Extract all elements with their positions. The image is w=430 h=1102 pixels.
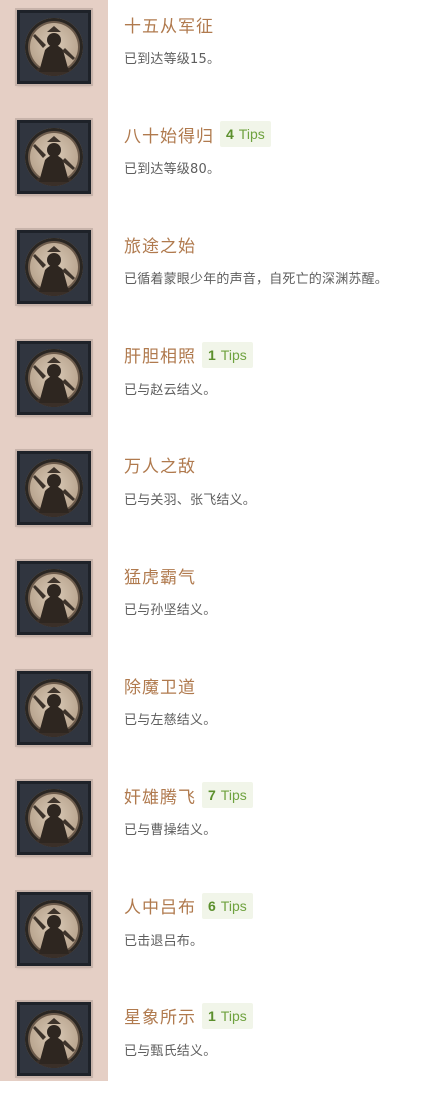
tips-badge[interactable]: 1 Tips (202, 341, 253, 368)
tips-badge[interactable]: 7 Tips (202, 782, 253, 809)
tips-badge[interactable]: 1 Tips (202, 1002, 253, 1029)
tips-count: 4 (226, 126, 234, 143)
achievement-item[interactable]: 肝胆相照 1 Tips 已与赵云结义。 (0, 331, 430, 441)
achievement-item[interactable]: 八十始得归 4 Tips 已到达等级80。 (0, 110, 430, 220)
achievement-item[interactable]: 除魔卫道 已与左慈结义。 (0, 661, 430, 771)
achievement-title-line: 旅途之始 (124, 229, 196, 259)
achievement-title-line: 猛虎霸气 (124, 560, 196, 590)
achievement-item[interactable]: 万人之敌 已与关羽、张飞结义。 (0, 441, 430, 551)
achievement-title[interactable]: 奸雄腾飞 (124, 783, 196, 808)
zuo-ci-emblem-icon (25, 679, 83, 738)
achievement-badge (17, 781, 91, 856)
achievement-description: 已与关羽、张飞结义。 (124, 492, 257, 508)
achievement-description: 已循着蒙眼少年的声音，自死亡的深渊苏醒。 (124, 272, 389, 288)
achievement-title[interactable]: 猛虎霸气 (124, 563, 196, 588)
achievement-badge (17, 1001, 91, 1076)
journey-emblem-icon (25, 238, 83, 297)
achievement-title[interactable]: 人中吕布 (124, 893, 196, 918)
veteran-emblem-icon (25, 128, 83, 187)
achievement-badge (17, 10, 91, 84)
achievement-title[interactable]: 星象所示 (124, 1003, 196, 1028)
tips-label: Tips (220, 897, 247, 914)
tips-label: Tips (220, 1007, 247, 1024)
achievement-item[interactable]: 猛虎霸气 已与孙坚结义。 (0, 551, 430, 661)
tips-label: Tips (220, 787, 247, 804)
achievement-description: 已与曹操结义。 (124, 823, 217, 839)
achievement-badge (17, 450, 91, 525)
achievement-badge (17, 671, 91, 746)
tips-badge[interactable]: 4 Tips (220, 121, 271, 148)
achievement-item[interactable]: 十五从军征 已到达等级15。 (0, 0, 430, 110)
achievement-badge (17, 120, 91, 195)
guan-zhang-emblem-icon (25, 458, 83, 517)
achievement-title[interactable]: 万人之敌 (124, 452, 196, 477)
achievement-description: 已到达等级80。 (124, 162, 221, 178)
achievement-badge (17, 891, 91, 966)
achievement-item[interactable]: 旅途之始 已循着蒙眼少年的声音，自死亡的深渊苏醒。 (0, 220, 430, 330)
achievement-description: 已与孙坚结义。 (124, 603, 217, 618)
achievement-title-line: 除魔卫道 (124, 670, 196, 700)
achievement-title-line: 万人之敌 (124, 450, 196, 480)
achievement-title-line: 肝胆相照 1 Tips (124, 340, 253, 370)
achievement-description: 已与赵云结义。 (124, 382, 217, 398)
lu-bu-emblem-icon (25, 899, 83, 958)
achievement-description: 已到达等级15。 (124, 52, 221, 67)
achievement-item[interactable]: 奸雄腾飞 7 Tips 已与曹操结义。 (0, 771, 430, 881)
achievement-title[interactable]: 旅途之始 (124, 232, 196, 257)
tips-label: Tips (220, 346, 247, 363)
achievement-title-line: 十五从军征 (124, 9, 214, 39)
soldier-emblem-icon (25, 18, 83, 76)
tips-count: 7 (208, 787, 216, 804)
achievement-badge (17, 230, 91, 305)
tips-badge[interactable]: 6 Tips (202, 892, 253, 919)
achievement-list: 十五从军征 已到达等级15。 八十始得归 4 Tips 已到达等级80。 旅途之始… (0, 0, 430, 1081)
achievement-title-line: 星象所示 1 Tips (124, 1001, 253, 1031)
achievement-item[interactable]: 人中吕布 6 Tips 已击退吕布。 (0, 882, 430, 992)
tips-label: Tips (238, 126, 265, 143)
achievement-description: 已击退吕布。 (124, 933, 204, 949)
sun-jian-emblem-icon (25, 569, 83, 627)
achievement-title-line: 八十始得归 4 Tips (124, 119, 271, 149)
achievement-item[interactable]: 星象所示 1 Tips 已与甄氏结义。 (0, 992, 430, 1102)
achievement-title[interactable]: 八十始得归 (124, 122, 214, 147)
achievement-description: 已与左慈结义。 (124, 713, 217, 729)
achievement-badge (17, 340, 91, 415)
achievement-title-line: 人中吕布 6 Tips (124, 891, 253, 921)
tips-count: 1 (208, 346, 216, 363)
achievement-title-line: 奸雄腾飞 7 Tips (124, 780, 253, 810)
achievement-description: 已与甄氏结义。 (124, 1043, 217, 1059)
achievement-title[interactable]: 肝胆相照 (124, 342, 196, 367)
zhao-yun-emblem-icon (25, 348, 83, 407)
achievement-title[interactable]: 十五从军征 (124, 12, 214, 37)
tips-count: 1 (208, 1007, 216, 1024)
cao-cao-emblem-icon (25, 789, 83, 848)
tips-count: 6 (208, 897, 216, 914)
zhen-emblem-icon (25, 1009, 83, 1068)
achievement-title[interactable]: 除魔卫道 (124, 673, 196, 698)
achievement-badge (17, 561, 91, 635)
